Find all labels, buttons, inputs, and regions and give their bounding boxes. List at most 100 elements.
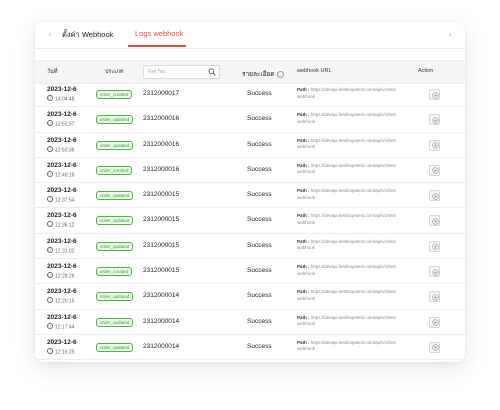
view-details-button[interactable] — [429, 266, 440, 278]
view-details-button[interactable] — [429, 139, 440, 151]
event-type-badge: order_updated — [96, 140, 134, 150]
table-row: 2023-12-6 12:52:57 order_updated 2312000… — [35, 107, 465, 133]
info-icon[interactable]: i — [276, 70, 284, 78]
ref-search-field[interactable] — [143, 65, 220, 79]
path-label: Path : — [297, 314, 310, 320]
row-time-value: 12:37:54 — [55, 197, 75, 204]
table-row: 2023-12-6 12:50:36 order_updated 2312000… — [35, 133, 465, 158]
row-date: 2023-12-6 — [47, 263, 77, 271]
path-url: https://devapi.ketshopstest.com/api/v1/t… — [297, 264, 396, 276]
row-time-value: 12:50:36 — [55, 147, 75, 154]
row-time: 12:49:16 — [47, 170, 75, 179]
row-date: 2023-12-6 — [47, 187, 77, 195]
row-date: 2023-12-6 — [47, 313, 77, 321]
table-row: 2023-12-6 12:17:44 order_updated 2312000… — [35, 310, 465, 335]
row-status: Success — [247, 267, 272, 275]
path-url: https://devapi.ketshopstest.com/api/v1/t… — [297, 314, 396, 327]
path-label: Path : — [297, 339, 310, 345]
row-time-value: 12:16:25 — [55, 349, 75, 356]
row-time-value: 12:36:12 — [55, 222, 75, 229]
view-details-button[interactable] — [429, 240, 440, 252]
row-time-value: 12:49:16 — [55, 172, 75, 179]
view-details-icon — [431, 319, 439, 326]
row-time-value: 14:04:48 — [55, 96, 75, 103]
path-url: https://devapi.ketshopstest.com/api/v1/t… — [297, 112, 396, 124]
search-icon[interactable] — [208, 68, 216, 76]
row-webhook-path: Path : https://devapi.ketshopstest.com/a… — [297, 340, 407, 353]
path-label: Path : — [297, 87, 310, 92]
path-label: Path : — [297, 162, 310, 168]
row-time: 12:16:25 — [47, 347, 75, 356]
row-webhook-path: Path : https://devapi.ketshopstest.com/a… — [297, 213, 407, 226]
row-status: Success — [247, 165, 272, 173]
row-webhook-path: Path : https://devapi.ketshopstest.com/a… — [297, 163, 407, 176]
clock-icon — [47, 322, 53, 329]
row-time: 12:17:44 — [47, 322, 74, 330]
clock-icon — [47, 272, 53, 279]
row-ref-no: 2312000015 — [143, 216, 180, 224]
log-table-body: 2023-12-6 14:04:48 order_created 2312000… — [35, 82, 465, 361]
row-time: 12:31:02 — [47, 246, 74, 254]
chevron-right-icon[interactable]: › — [445, 29, 455, 39]
clock-icon — [47, 145, 53, 152]
path-label: Path : — [297, 289, 310, 295]
view-details-icon — [431, 344, 439, 352]
row-ref-no: 2312000016 — [143, 140, 180, 148]
event-type-badge: order_updated — [96, 292, 134, 302]
row-date: 2023-12-6 — [47, 161, 77, 169]
row-date: 2023-12-6 — [47, 237, 77, 245]
row-webhook-path: Path : https://devapi.ketshopstest.com/a… — [297, 239, 407, 252]
view-details-icon — [431, 294, 439, 301]
event-type-badge: order_updated — [96, 216, 134, 226]
path-label: Path : — [297, 213, 310, 219]
row-webhook-path: Path : https://devapi.ketshopstest.com/a… — [297, 112, 407, 125]
event-type-badge: order_updated — [96, 241, 134, 251]
chevron-left-icon[interactable]: ‹ — [45, 29, 55, 39]
row-webhook-path: Path : https://devapi.ketshopstest.com/a… — [297, 138, 407, 151]
row-time: 12:20:15 — [47, 297, 74, 305]
row-date: 2023-12-6 — [47, 136, 77, 144]
row-status: Success — [247, 241, 272, 249]
row-time: 12:28:26 — [47, 272, 74, 280]
view-details-icon — [431, 167, 439, 175]
view-details-button[interactable] — [429, 215, 440, 227]
row-ref-no: 2312000014 — [143, 342, 180, 350]
row-ref-no: 2312000014 — [143, 292, 180, 300]
path-label: Path : — [297, 112, 310, 118]
table-row: 2023-12-6 12:37:54 order_updated 2312000… — [35, 183, 465, 209]
path-url: https://devapi.ketshopstest.com/api/v1/t… — [297, 87, 396, 99]
table-row: 2023-12-6 12:49:16 order_created 2312000… — [35, 158, 465, 184]
event-type-badge: order_updated — [96, 191, 134, 201]
event-type-badge: order_updated — [96, 115, 134, 125]
path-label: Path : — [297, 188, 310, 194]
event-type-badge: order_updated — [96, 342, 134, 352]
view-details-button[interactable] — [429, 316, 440, 328]
tab-webhook-settings[interactable]: ตั้งค่า Webhook — [62, 29, 113, 41]
row-date: 2023-12-6 — [47, 111, 77, 119]
view-details-button[interactable] — [429, 114, 440, 126]
row-time-value: 12:52:57 — [55, 121, 75, 128]
table-row: 2023-12-6 12:36:12 order_updated 2312000… — [35, 208, 465, 234]
path-url: https://devapi.ketshopstest.com/api/v1/t… — [297, 339, 396, 352]
header-status-label: รายละเอียด — [242, 71, 275, 78]
row-time: 12:50:36 — [47, 145, 75, 154]
row-ref-no: 2312000015 — [143, 241, 180, 249]
event-type-badge: order_created — [96, 267, 133, 277]
view-details-button[interactable] — [429, 190, 440, 202]
header-action: Action — [418, 68, 434, 74]
tab-bar: ‹ ตั้งค่า Webhook Logs webhook › — [35, 22, 465, 49]
path-url: https://devapi.ketshopstest.com/api/v1/t… — [297, 238, 396, 251]
view-details-icon — [431, 193, 439, 200]
view-details-button[interactable] — [429, 164, 440, 176]
table-row: 2023-12-6 12:20:15 order_updated 2312000… — [35, 284, 465, 310]
event-type-badge: order_updated — [96, 317, 134, 327]
header-status: รายละเอียด i — [242, 69, 284, 79]
ref-search-input[interactable] — [148, 67, 203, 77]
tab-logs-webhook[interactable]: Logs webhook — [135, 29, 183, 38]
header-date: วันที่ — [47, 69, 58, 75]
view-details-button[interactable] — [429, 291, 440, 303]
row-ref-no: 2312000015 — [143, 191, 180, 199]
view-details-button[interactable] — [429, 89, 440, 100]
path-url: https://devapi.ketshopstest.com/api/v1/t… — [297, 137, 396, 150]
view-details-button[interactable] — [429, 341, 440, 353]
